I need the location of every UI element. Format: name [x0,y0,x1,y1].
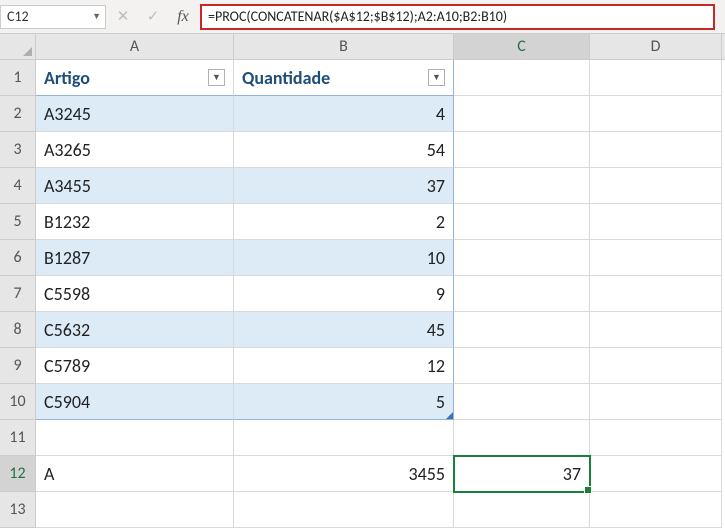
row-header[interactable]: 12 [0,456,36,492]
row-header[interactable]: 3 [0,132,36,168]
cell[interactable]: C5632 [36,312,234,348]
cell[interactable]: A3265 [36,132,234,168]
cell[interactable]: 3455 [234,456,454,492]
cell[interactable]: C5789 [36,348,234,384]
cell[interactable] [36,420,234,456]
row-7: 7 C5598 9 [0,276,725,312]
cell[interactable]: C5904 [36,384,234,420]
formula-input[interactable]: =PROC(CONCATENAR($A$12;$B$12);A2:A10;B2:… [200,4,715,30]
row-header[interactable]: 13 [0,492,36,528]
cell[interactable] [36,492,234,528]
cancel-icon: ✕ [110,5,136,29]
cell[interactable] [590,312,722,348]
cell[interactable]: 5 [234,384,454,420]
cell[interactable] [454,96,590,132]
row-header[interactable]: 5 [0,204,36,240]
cell[interactable]: 9 [234,276,454,312]
cell[interactable] [590,60,722,96]
accept-icon: ✓ [140,5,166,29]
row-4: 4 A3455 37 [0,168,725,204]
cell[interactable] [234,420,454,456]
cell[interactable] [454,168,590,204]
column-header-b[interactable]: B [234,34,454,59]
name-box-value: C12 [7,8,29,25]
spreadsheet-grid: A B C D 1 Artigo ▼ Quantidade ▼ 2 A3245 … [0,34,725,528]
cell[interactable]: 10 [234,240,454,276]
cell[interactable]: A3455 [36,168,234,204]
cell[interactable]: B1232 [36,204,234,240]
row-8: 8 C5632 45 [0,312,725,348]
cell[interactable] [590,240,722,276]
row-header[interactable]: 11 [0,420,36,456]
name-box[interactable]: C12 ▼ [0,5,106,29]
cell[interactable] [590,348,722,384]
row-header[interactable]: 1 [0,60,36,96]
row-2: 2 A3245 4 [0,96,725,132]
row-12: 12 A 3455 37 [0,456,725,492]
row-header[interactable]: 8 [0,312,36,348]
cell[interactable]: C5598 [36,276,234,312]
cell[interactable] [590,96,722,132]
cell[interactable] [454,348,590,384]
row-header[interactable]: 6 [0,240,36,276]
header-label: Artigo [44,67,90,89]
cell[interactable] [590,420,722,456]
row-10: 10 C5904 5 [0,384,725,420]
filter-dropdown-icon[interactable]: ▼ [208,69,225,86]
column-headers: A B C D [0,34,725,60]
cell[interactable] [454,312,590,348]
formula-bar: C12 ▼ ✕ ✓ fx =PROC(CONCATENAR($A$12;$B$1… [0,0,725,34]
cell[interactable] [234,492,454,528]
cell[interactable] [454,420,590,456]
cell[interactable] [590,492,722,528]
cell[interactable]: 2 [234,204,454,240]
cell[interactable] [590,384,722,420]
cell[interactable]: 4 [234,96,454,132]
row-13: 13 [0,492,725,528]
cell[interactable] [454,384,590,420]
column-header-d[interactable]: D [590,34,722,59]
header-artigo[interactable]: Artigo ▼ [36,60,234,96]
row-6: 6 B1287 10 [0,240,725,276]
cell[interactable]: A3245 [36,96,234,132]
cell[interactable] [454,60,590,96]
cell[interactable]: A [36,456,234,492]
cell[interactable] [590,168,722,204]
active-cell[interactable]: 37 [454,456,590,492]
cell[interactable] [454,276,590,312]
chevron-down-icon[interactable]: ▼ [92,11,101,22]
row-header[interactable]: 4 [0,168,36,204]
cell[interactable] [454,204,590,240]
cell[interactable]: 54 [234,132,454,168]
cell[interactable]: 45 [234,312,454,348]
column-header-a[interactable]: A [36,34,234,59]
cell[interactable] [590,456,722,492]
row-header[interactable]: 2 [0,96,36,132]
header-quantidade[interactable]: Quantidade ▼ [234,60,454,96]
fx-icon[interactable]: fx [170,5,196,29]
cell[interactable] [590,276,722,312]
row-1: 1 Artigo ▼ Quantidade ▼ [0,60,725,96]
row-header[interactable]: 7 [0,276,36,312]
row-header[interactable]: 10 [0,384,36,420]
filter-dropdown-icon[interactable]: ▼ [428,69,445,86]
cell[interactable] [454,132,590,168]
column-header-c[interactable]: C [454,34,590,59]
cell[interactable] [454,240,590,276]
row-9: 9 C5789 12 [0,348,725,384]
cell[interactable]: 37 [234,168,454,204]
cell[interactable] [590,204,722,240]
cell[interactable]: B1287 [36,240,234,276]
header-label: Quantidade [242,67,330,89]
row-3: 3 A3265 54 [0,132,725,168]
row-5: 5 B1232 2 [0,204,725,240]
formula-text: =PROC(CONCATENAR($A$12;$B$12);A2:A10;B2:… [208,8,507,25]
cell[interactable] [590,132,722,168]
cell[interactable]: 12 [234,348,454,384]
row-header[interactable]: 9 [0,348,36,384]
cell[interactable] [454,492,590,528]
row-11: 11 [0,420,725,456]
select-all-corner[interactable] [0,34,36,59]
